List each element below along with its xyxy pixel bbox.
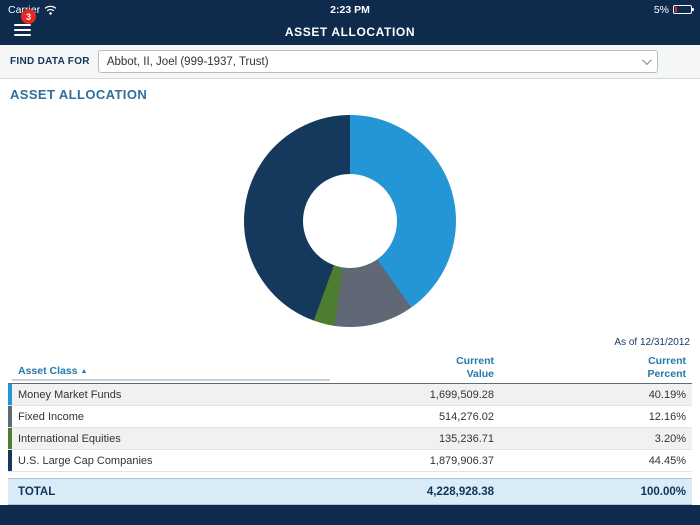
total-percent: 100.00%	[500, 479, 692, 504]
section-heading: ASSET ALLOCATION	[0, 79, 700, 105]
header-current-percent[interactable]: Current Percent	[500, 355, 692, 381]
header-asset-class[interactable]: Asset Class▲	[12, 365, 330, 381]
app-screen: Carrier 2:23 PM 5% 3 ASSET ALLOCATION	[0, 0, 700, 525]
battery-icon	[673, 5, 692, 14]
current-percent-cell: 40.19%	[500, 384, 692, 405]
total-label: TOTAL	[12, 479, 330, 504]
status-time: 2:23 PM	[330, 4, 370, 16]
asset-allocation-table: Asset Class▲ Current Value Current Perce…	[8, 355, 692, 472]
current-value-cell: 514,276.02	[330, 406, 500, 427]
table-body: Money Market Funds 1,699,509.28 40.19% F…	[8, 384, 692, 472]
find-data-label: FIND DATA FOR	[10, 56, 90, 67]
asset-class-cell: U.S. Large Cap Companies	[12, 450, 330, 471]
find-data-bar: FIND DATA FOR Abbot, II, Joel (999-1937,…	[0, 45, 700, 79]
current-percent-cell: 12.16%	[500, 406, 692, 427]
asset-class-cell: Fixed Income	[12, 406, 330, 427]
donut-chart[interactable]	[244, 115, 456, 327]
wifi-icon	[44, 5, 57, 15]
current-percent-cell: 3.20%	[500, 428, 692, 449]
status-bar: Carrier 2:23 PM 5%	[0, 0, 700, 19]
sort-asc-icon: ▲	[81, 368, 88, 375]
top-navy-block: Carrier 2:23 PM 5% 3 ASSET ALLOCATION	[0, 0, 700, 45]
bottom-bar	[0, 505, 700, 525]
hamburger-menu-button[interactable]: 3	[14, 21, 40, 43]
chevron-down-icon	[642, 55, 652, 65]
table-row[interactable]: International Equities 135,236.71 3.20%	[8, 428, 692, 450]
account-select-value: Abbot, II, Joel (999-1937, Trust)	[107, 56, 269, 68]
asset-class-cell: International Equities	[12, 428, 330, 449]
table-row[interactable]: U.S. Large Cap Companies 1,879,906.37 44…	[8, 450, 692, 472]
current-percent-cell: 44.45%	[500, 450, 692, 471]
current-value-cell: 1,879,906.37	[330, 450, 500, 471]
page-title: ASSET ALLOCATION	[285, 25, 415, 39]
chart-area	[0, 105, 700, 337]
battery-percent-label: 5%	[654, 4, 669, 16]
notification-badge: 3	[21, 9, 36, 24]
donut-hole	[303, 174, 397, 268]
total-row: TOTAL 4,228,928.38 100.00%	[8, 478, 692, 505]
table-row[interactable]: Money Market Funds 1,699,509.28 40.19%	[8, 384, 692, 406]
asset-class-cell: Money Market Funds	[12, 384, 330, 405]
total-value: 4,228,928.38	[330, 479, 500, 504]
table-row[interactable]: Fixed Income 514,276.02 12.16%	[8, 406, 692, 428]
as-of-date: As of 12/31/2012	[0, 337, 700, 353]
nav-bar: 3 ASSET ALLOCATION	[0, 19, 700, 45]
account-select-dropdown[interactable]: Abbot, II, Joel (999-1937, Trust)	[98, 50, 658, 73]
current-value-cell: 135,236.71	[330, 428, 500, 449]
header-current-value[interactable]: Current Value	[330, 355, 500, 381]
table-header-row: Asset Class▲ Current Value Current Perce…	[8, 355, 692, 384]
current-value-cell: 1,699,509.28	[330, 384, 500, 405]
